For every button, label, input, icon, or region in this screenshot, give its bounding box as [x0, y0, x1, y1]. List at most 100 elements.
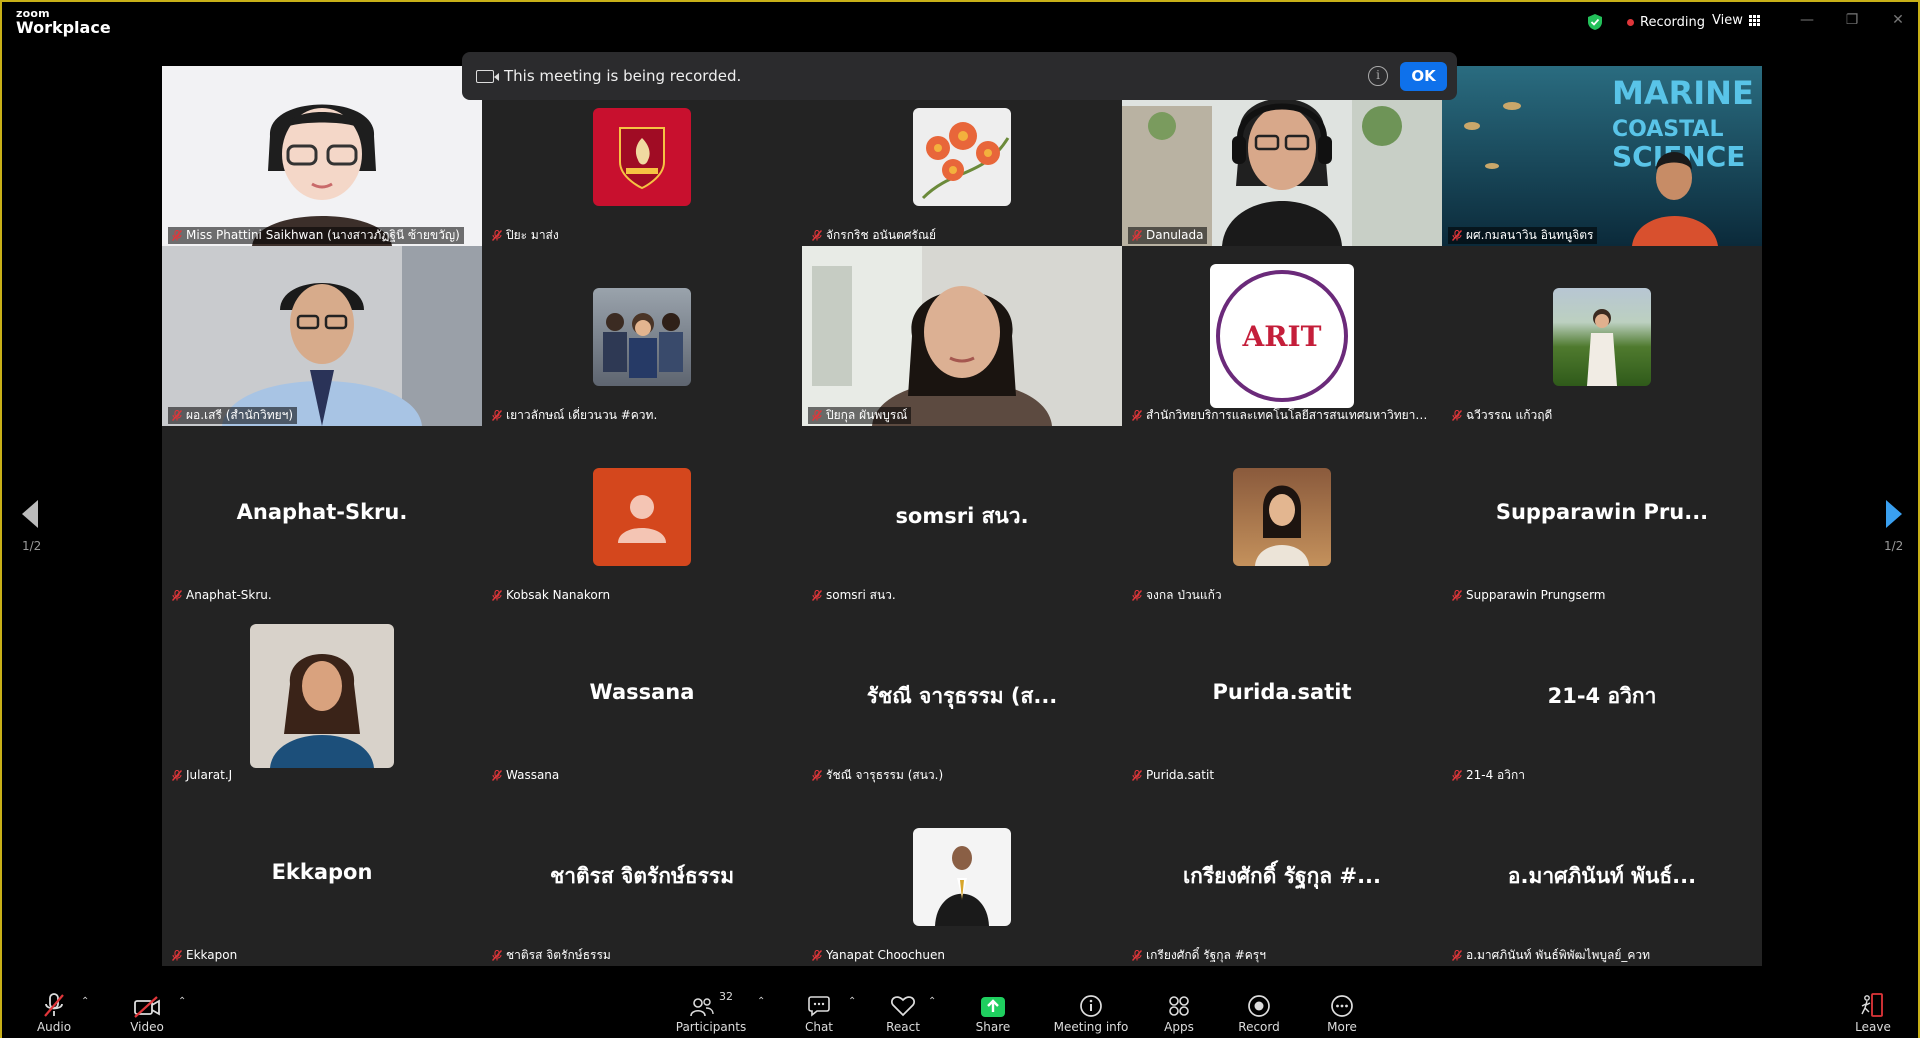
chat-options-chevron-icon[interactable]: ⌃ — [848, 996, 856, 1007]
share-label: Share — [975, 1020, 1011, 1034]
ok-button[interactable]: OK — [1400, 62, 1447, 91]
title-bar: zoom Workplace Recording View — ❐ ✕ — [2, 2, 1918, 46]
participants-icon — [690, 998, 714, 1017]
previous-page-icon[interactable] — [22, 500, 38, 528]
mic-muted-icon — [172, 410, 182, 421]
mic-muted-icon — [1132, 950, 1142, 961]
participant-display-name: Anaphat-Skru. — [236, 500, 408, 524]
participant-tile[interactable]: เยาวลักษณ์ เดี่ยวนวน #ควท. — [482, 246, 802, 426]
minimize-icon[interactable]: — — [1795, 12, 1819, 32]
mic-muted-icon — [812, 590, 822, 601]
react-options-chevron-icon[interactable]: ⌃ — [928, 996, 936, 1007]
recording-status[interactable]: Recording — [1587, 13, 1705, 31]
react-label: React — [886, 1020, 920, 1034]
participant-tile[interactable]: Kobsak Nanakorn — [482, 426, 802, 606]
participant-name-label: Miss Phattini Saikhwan (นางสาวภัฏฐินี ซ้… — [168, 227, 464, 244]
more-button[interactable]: More — [1307, 990, 1377, 1034]
restore-icon[interactable]: ❐ — [1840, 12, 1864, 32]
gallery-view: Miss Phattini Saikhwan (นางสาวภัฏฐินี ซ้… — [162, 66, 1762, 966]
participant-name: Wassana — [506, 768, 560, 782]
participants-count: 32 — [719, 990, 733, 1003]
participant-tile[interactable]: ผอ.เสรี (สำนักวิทยฯ) — [162, 246, 482, 426]
share-button[interactable]: Share — [958, 990, 1028, 1034]
mic-muted-icon — [44, 993, 64, 1017]
participant-name-label: Yanapat Choochuen — [808, 947, 949, 964]
mic-muted-icon — [1452, 230, 1462, 241]
participant-photo — [250, 624, 394, 768]
participant-name: เกรียงศักดิ์ รัฐกุล #ครุฯ — [1146, 948, 1266, 962]
participant-name-label: Anaphat-Skru. — [168, 587, 276, 604]
participant-tile[interactable]: Miss Phattini Saikhwan (นางสาวภัฏฐินี ซ้… — [162, 66, 482, 246]
next-page-icon[interactable] — [1886, 500, 1902, 528]
audio-button[interactable]: Audio — [19, 990, 89, 1034]
participant-display-name: 21-4 อวิกา — [1547, 684, 1657, 708]
participants-options-chevron-icon[interactable]: ⌃ — [757, 996, 765, 1007]
participant-tile[interactable]: จงกล ป่วนแก้ว — [1122, 426, 1442, 606]
close-icon[interactable]: ✕ — [1886, 12, 1910, 32]
participant-tile[interactable]: รัชณี จารุธรรม (ส... รัชณี จารุธรรม (สนว.… — [802, 606, 1122, 786]
participant-tile[interactable]: ชาติรส จิตรักษ์ธรรม ชาติรส จิตรักษ์ธรรม — [482, 786, 802, 966]
apps-icon — [1169, 996, 1189, 1016]
participant-name-label: Danulada — [1128, 227, 1208, 244]
participant-tile[interactable]: Ekkapon Ekkapon — [162, 786, 482, 966]
video-options-chevron-icon[interactable]: ⌃ — [178, 996, 186, 1007]
participant-tile[interactable]: Wassana Wassana — [482, 606, 802, 786]
participant-name-label: somsri สนว. — [808, 587, 900, 604]
chat-icon — [808, 996, 830, 1017]
record-icon — [1248, 995, 1270, 1017]
audio-options-chevron-icon[interactable]: ⌃ — [81, 996, 89, 1007]
shield-check-icon — [1588, 14, 1602, 30]
mic-muted-icon — [1452, 410, 1462, 421]
participant-name-label: Kobsak Nanakorn — [488, 587, 614, 604]
participant-name-label: จงกล ป่วนแก้ว — [1128, 587, 1226, 604]
participant-name-label: เยาวลักษณ์ เดี่ยวนวน #ควท. — [488, 407, 661, 424]
participant-tile[interactable]: Jularat.J — [162, 606, 482, 786]
mic-muted-icon — [1132, 590, 1142, 601]
chat-label: Chat — [804, 1020, 834, 1034]
participant-name: Supparawin Prungserm — [1466, 588, 1606, 602]
participant-tile[interactable]: ARIT สำนักวิทยบริการและเทคโนโลยีสารสนเทศม… — [1122, 246, 1442, 426]
participant-name: Purida.satit — [1146, 768, 1215, 782]
mic-muted-icon — [492, 230, 502, 241]
participant-name-label: อ.มาศภินันท์ พันธ์พิพัฒไพบูลย์_ควท — [1448, 947, 1654, 964]
participant-name-label: ผศ.กมลนาวิน อินทนูจิตร — [1448, 227, 1598, 244]
record-button[interactable]: Record — [1224, 990, 1294, 1034]
participant-tile[interactable]: ฉวีวรรณ แก้วฤดี — [1442, 246, 1762, 426]
participant-name-label: Purida.satit — [1128, 767, 1218, 784]
meeting-info-button[interactable]: Meeting info — [1049, 990, 1133, 1034]
participant-name-label: ฉวีวรรณ แก้วฤดี — [1448, 407, 1556, 424]
participant-tile[interactable]: MARINECOASTALSCIENCEMARINE AND COASTAL S… — [1442, 66, 1762, 246]
participant-tile[interactable]: อ.มาศภินันท์ พันธ์... อ.มาศภินันท์ พันธ์พ… — [1442, 786, 1762, 966]
participant-tile[interactable]: เกรียงศักดิ์ รัฐกุล #... เกรียงศักดิ์ รัฐ… — [1122, 786, 1442, 966]
participant-display-name: อ.มาศภินันท์ พันธ์... — [1507, 864, 1697, 888]
participant-display-name: ชาติรส จิตรักษ์ธรรม — [549, 864, 735, 888]
zoom-workplace-logo: zoom Workplace — [16, 8, 111, 36]
participant-tile[interactable]: Yanapat Choochuen — [802, 786, 1122, 966]
participant-name-label: เกรียงศักดิ์ รัฐกุล #ครุฯ — [1128, 947, 1270, 964]
view-button[interactable]: View — [1712, 13, 1760, 28]
participant-name: ชาติรส จิตรักษ์ธรรม — [506, 948, 611, 962]
participant-name: ผศ.กมลนาวิน อินทนูจิตร — [1466, 228, 1594, 242]
leave-icon — [1861, 993, 1883, 1017]
participants-label: Participants — [675, 1020, 747, 1034]
info-icon[interactable]: i — [1368, 66, 1388, 86]
participant-tile[interactable]: somsri สนว. somsri สนว. — [802, 426, 1122, 606]
mic-muted-icon — [172, 230, 182, 241]
participant-tile[interactable]: Supparawin Pru... Supparawin Prungserm — [1442, 426, 1762, 606]
participant-tile[interactable]: ปิยกุล ผันพบูรณ์ — [802, 246, 1122, 426]
chat-button[interactable]: Chat — [784, 990, 854, 1034]
participant-photo — [913, 108, 1011, 206]
participant-tile[interactable]: 21-4 อวิกา 21-4 อวิกา — [1442, 606, 1762, 786]
participants-button[interactable]: 32 Participants — [674, 990, 748, 1034]
video-off-icon — [134, 996, 160, 1018]
leave-button[interactable]: Leave — [1838, 990, 1908, 1034]
record-label: Record — [1238, 1020, 1280, 1034]
video-button[interactable]: Video — [112, 990, 182, 1034]
apps-label: Apps — [1164, 1020, 1194, 1034]
zoom-window: zoom Workplace Recording View — ❐ ✕ 1/2 … — [0, 0, 1920, 1038]
participant-name-label: Supparawin Prungserm — [1448, 587, 1610, 604]
participant-name: Miss Phattini Saikhwan (นางสาวภัฏฐินี ซ้… — [186, 228, 460, 242]
participant-tile[interactable]: Purida.satit Purida.satit — [1122, 606, 1442, 786]
apps-button[interactable]: Apps — [1144, 990, 1214, 1034]
participant-tile[interactable]: Anaphat-Skru. Anaphat-Skru. — [162, 426, 482, 606]
